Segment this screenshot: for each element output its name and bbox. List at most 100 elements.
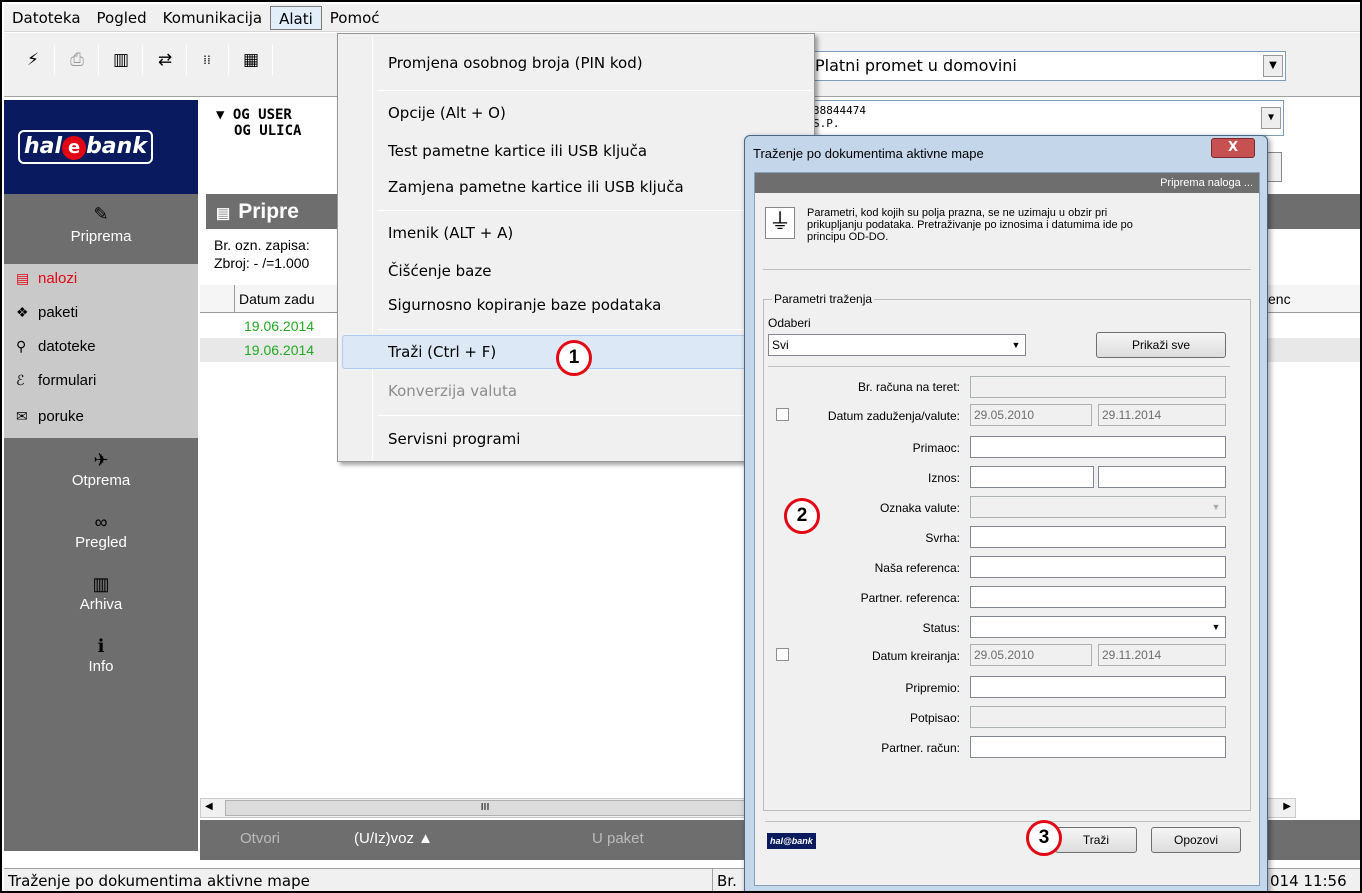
label-prepared-by: Pripremio: <box>905 681 960 695</box>
select-scope[interactable]: Svi ▼ <box>768 334 1026 356</box>
payment-type-combo[interactable]: Platni promet u domovini ▼ <box>810 51 1286 81</box>
chevron-down-icon: ▼ <box>1211 502 1221 512</box>
scroll-thumb[interactable]: III <box>225 800 745 816</box>
dialog-context-band: Priprema naloga ... <box>755 173 1259 193</box>
label-our-reference: Naša referenca: <box>874 561 960 575</box>
field-created-to: 29.11.2014 <box>1098 644 1226 666</box>
sidebar-nav-info[interactable]: ℹ Info <box>4 634 198 675</box>
menu-item-replace-card[interactable]: Zamjena pametne kartice ili USB ključa <box>388 174 684 200</box>
table-row[interactable]: 19.06.2014 <box>200 314 342 338</box>
footer-logo: hal@bank <box>767 833 816 849</box>
field-partner-reference[interactable] <box>970 586 1226 608</box>
sidebar-item-datoteke[interactable]: ⚲ datoteke <box>16 338 96 362</box>
user-address: OG ULICA <box>234 123 302 139</box>
edit-icon: ✎ <box>93 204 109 224</box>
sidebar-nav-pregled[interactable]: ∞ Pregled <box>4 510 198 551</box>
menu-pomoc[interactable]: Pomoć <box>322 6 388 30</box>
exchange-icon[interactable]: ⇄ <box>152 47 178 73</box>
panel-title: ▤ Pripre <box>206 194 350 229</box>
orders-icon: ▤ <box>16 270 30 286</box>
menu-komunikacija[interactable]: Komunikacija <box>155 6 270 30</box>
sidebar-item-formulari[interactable]: ℰformulari <box>16 372 96 396</box>
show-all-button[interactable]: Prikaži sve <box>1096 332 1226 358</box>
field-status[interactable]: ▼ <box>970 616 1226 638</box>
scroll-right-icon[interactable]: ▶ <box>1283 801 1291 812</box>
status-text: Traženje po dokumentima aktivne mape <box>8 872 310 890</box>
menu-item-options[interactable]: Opcije (Alt + O) <box>388 100 506 126</box>
menu-alati[interactable]: Alati <box>270 5 322 30</box>
table-row[interactable]: 19.06.2014 <box>200 338 342 362</box>
field-prepared-by[interactable] <box>970 676 1226 698</box>
binary-icon[interactable]: ⁞⁞ <box>194 47 220 73</box>
connect-icon[interactable]: ⚡ <box>20 47 46 73</box>
menu-datoteka[interactable]: Datoteka <box>4 6 89 30</box>
sidebar-item-nalozi[interactable]: ▤ nalozi <box>16 270 77 294</box>
field-currency: ▼ <box>970 496 1226 518</box>
label-signed-by: Potpisao: <box>909 711 960 725</box>
copy-icon[interactable]: ▦ <box>238 47 264 73</box>
logo-area: hal e bank <box>4 100 198 194</box>
label-partner-reference: Partner. referenca: <box>860 591 960 605</box>
user-name[interactable]: ▼ OG USER <box>216 107 301 123</box>
field-our-reference[interactable] <box>970 556 1226 578</box>
cancel-button[interactable]: Opozovi <box>1151 827 1241 853</box>
account-combo[interactable]: 38844474 S.P. ▼ <box>808 100 1284 136</box>
menu-item-service[interactable]: Servisni programi <box>388 426 520 452</box>
label-recipient: Primaoc: <box>912 441 960 455</box>
dialog-divider <box>763 269 1251 270</box>
field-recipient[interactable] <box>970 436 1226 458</box>
menu-item-search[interactable]: Traži (Ctrl + F) <box>388 339 496 365</box>
sidebar-nav-arhiva[interactable]: ▥ Arhiva <box>4 572 198 613</box>
sum-line: Zbroj: - /=1.000 <box>214 255 310 271</box>
menu-item-clean-db[interactable]: Čišćenje baze <box>388 258 491 284</box>
toolbar-separator <box>272 45 273 75</box>
field-amount-to[interactable] <box>1098 466 1226 488</box>
column-date[interactable]: Datum zadu <box>234 285 314 313</box>
filter-icon: ⏚ <box>765 207 795 239</box>
sidebar-item-poruke[interactable]: ✉ poruke <box>16 408 84 432</box>
open-button[interactable]: Otvori <box>240 830 280 847</box>
select-label: Odaberi <box>768 316 811 330</box>
menu-item-pin[interactable]: Promjena osobnog broja (PIN kod) <box>388 50 643 76</box>
menu-item-backup[interactable]: Sigurnosno kopiranje baze podataka <box>388 292 661 318</box>
field-account-debit <box>970 376 1226 398</box>
menu-item-test-card[interactable]: Test pametne kartice ili USB ključa <box>388 138 647 164</box>
print-icon[interactable]: ⎙ <box>64 47 90 73</box>
menu-gutter <box>372 36 373 460</box>
label-amount: Iznos: <box>927 471 960 485</box>
search-button[interactable]: Traži <box>1055 827 1137 853</box>
toolbar-separator <box>186 45 187 75</box>
packages-icon: ❖ <box>16 304 29 320</box>
close-icon[interactable]: X <box>1211 138 1255 158</box>
sidebar: ✎ Priprema ▤ nalozi ❖ paketi ⚲ datoteke ℰfo… <box>4 194 198 851</box>
field-partner-account[interactable] <box>970 736 1226 758</box>
chevron-down-icon[interactable]: ▼ <box>1261 107 1281 129</box>
chevron-down-icon[interactable]: ▼ <box>1008 336 1024 354</box>
field-amount-from[interactable] <box>970 466 1094 488</box>
step-badge-3: 3 <box>1026 820 1062 856</box>
status-time: 014 11:56 <box>1270 872 1347 890</box>
chevron-down-icon[interactable]: ▼ <box>1208 618 1224 636</box>
label-date-debit: Datum zaduženja/valute: <box>827 409 960 423</box>
sidebar-section-priprema[interactable]: ✎ Priprema <box>4 194 198 264</box>
sidebar-nav-otprema[interactable]: ✈ Otprema <box>4 448 198 489</box>
menu-item-address-book[interactable]: Imenik (ALT + A) <box>388 220 513 246</box>
footer-divider <box>765 821 1251 822</box>
scroll-left-icon[interactable]: ◀ <box>205 801 213 812</box>
status-br: Br. <box>712 869 737 891</box>
menu-pogled[interactable]: Pogled <box>89 6 155 30</box>
step-badge-2: 2 <box>784 498 820 534</box>
label-date-created: Datum kreiranja: <box>871 649 960 663</box>
field-date-debit-to: 29.11.2014 <box>1098 404 1226 426</box>
to-package-button[interactable]: U paket <box>592 830 644 847</box>
payment-type-value: Platni promet u domovini <box>815 56 1017 75</box>
app-window: Datoteka Pogled Komunikacija Alati Pomoć… <box>0 0 1362 893</box>
import-export-button[interactable]: (U/Iz)voz ▲ <box>354 830 433 847</box>
sidebar-item-paketi[interactable]: ❖ paketi <box>16 304 78 328</box>
field-purpose[interactable] <box>970 526 1226 548</box>
book-icon[interactable]: ▥ <box>108 47 134 73</box>
dialog-title: Traženje po dokumentima aktivne mape <box>753 146 984 161</box>
chevron-down-icon[interactable]: ▼ <box>1263 55 1283 77</box>
column-reference[interactable]: enc <box>1268 285 1360 313</box>
archive-icon: ▥ <box>92 574 110 594</box>
